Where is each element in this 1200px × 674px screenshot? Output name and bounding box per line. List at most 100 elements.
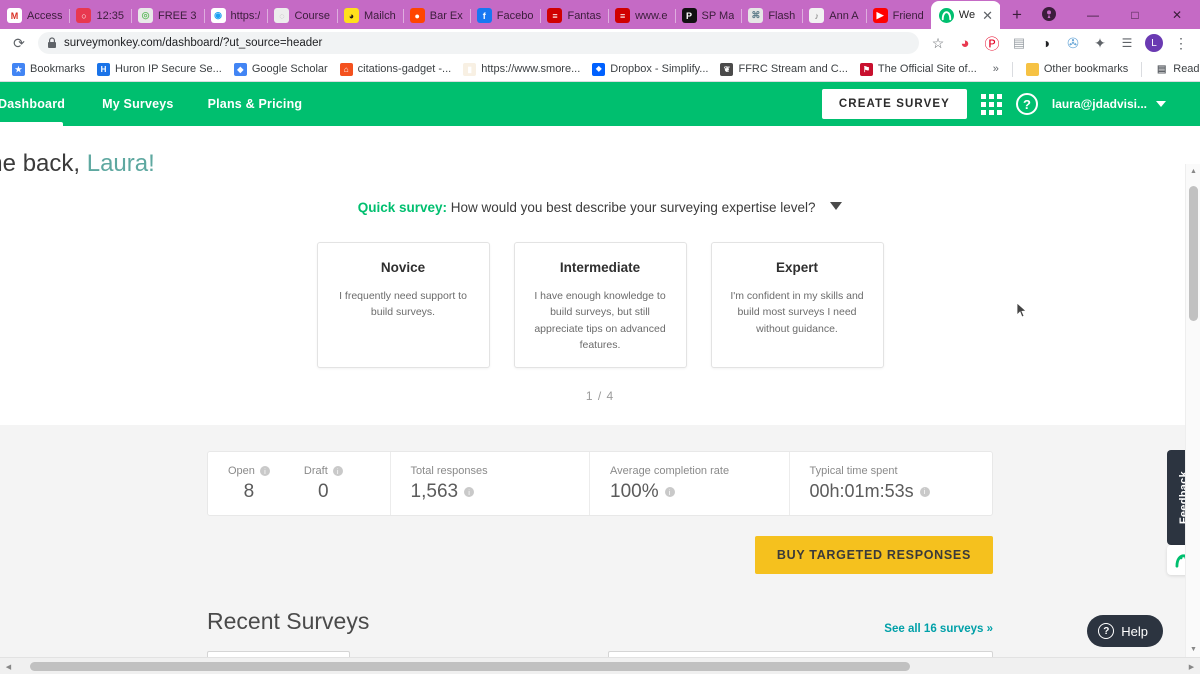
- evernote-extension-icon[interactable]: ✇: [1060, 31, 1086, 55]
- nav-item-dashboard[interactable]: Dashboard: [0, 82, 85, 126]
- scroll-up-arrow-icon[interactable]: ▲: [1186, 164, 1200, 179]
- tab-title: Ann A: [829, 9, 859, 22]
- other-bookmarks-button[interactable]: Other bookmarks: [1020, 61, 1134, 78]
- option-card-expert[interactable]: Expert I'm confident in my skills and bu…: [710, 242, 884, 369]
- tab-title: www.e: [635, 9, 668, 22]
- scroll-right-arrow-icon[interactable]: ▶: [1183, 658, 1200, 674]
- option-description: I'm confident in my skills and build mos…: [730, 290, 864, 335]
- browser-tab[interactable]: M Access: [0, 2, 69, 29]
- info-icon[interactable]: i: [259, 466, 270, 477]
- browser-tab[interactable]: ♪ Ann A: [802, 2, 865, 29]
- twitter-icon: ◉: [210, 8, 226, 23]
- question-mark-icon[interactable]: ?: [1015, 93, 1038, 115]
- stat-label: Draft i: [304, 465, 343, 477]
- reading-list-button[interactable]: ▤ Reading list: [1149, 61, 1200, 78]
- info-icon[interactable]: i: [332, 466, 343, 477]
- horizontal-scrollbar[interactable]: ◀ ▶: [0, 657, 1200, 674]
- bookmarks-divider: [1011, 61, 1013, 77]
- bookmark-item[interactable]: ⌂ citations-gadget -...: [334, 61, 458, 78]
- tab-title: FREE 3: [158, 9, 197, 22]
- grid-apps-icon[interactable]: [980, 93, 1002, 115]
- browser-tab[interactable]: ◌ Course: [267, 2, 336, 29]
- bookmarks-container: ★ Bookmarks H Huron IP Secure Se... ◆ Google …: [6, 61, 983, 78]
- bookmark-item[interactable]: ⬥ Dropbox - Simplify...: [586, 61, 714, 78]
- scroll-left-arrow-icon[interactable]: ◀: [0, 658, 17, 674]
- scroll-down-arrow-icon[interactable]: ▼: [1186, 642, 1200, 657]
- info-icon[interactable]: i: [919, 486, 930, 497]
- create-survey-button[interactable]: CREATE SURVEY: [821, 89, 967, 119]
- browser-tab[interactable]: P SP Ma: [674, 2, 742, 29]
- quick-survey-label: Quick survey:: [357, 200, 448, 215]
- new-tab-button[interactable]: +: [1004, 2, 1030, 28]
- playlist-extension-icon[interactable]: ☰: [1114, 31, 1140, 55]
- browser-tab[interactable]: ▶ Friend: [865, 2, 931, 29]
- active-browser-tab[interactable]: We ✕: [930, 1, 1000, 29]
- nav-item-plans-pricing[interactable]: Plans & Pricing: [191, 82, 320, 126]
- bookmark-item[interactable]: ⚑ The Official Site of...: [854, 61, 983, 78]
- bookmark-item[interactable]: ★ Bookmarks: [6, 61, 91, 78]
- page-viewport: Dashboard My Surveys Plans & Pricing CRE…: [0, 82, 1200, 674]
- bookmark-item[interactable]: H Huron IP Secure Se...: [91, 61, 228, 78]
- browser-tab[interactable]: ● Bar Ex: [402, 2, 470, 29]
- welcome-username: Laura!: [86, 150, 155, 177]
- bookmark-label: Dropbox - Simplify...: [610, 63, 709, 75]
- other-bookmarks-label: Other bookmarks: [1043, 63, 1129, 75]
- bookmark-item[interactable]: ▮ https://www.smore...: [457, 61, 586, 78]
- vertical-scrollbar[interactable]: ▲ ▼: [1185, 164, 1200, 657]
- bookmark-label: Huron IP Secure Se...: [115, 63, 222, 75]
- toolbar-right-icons: ☆ ◕ Ⓟ ▤ ◑ ✇ ✦ ☰ L ⋮: [925, 31, 1194, 55]
- browser-tab[interactable]: ◕ Mailch: [336, 2, 403, 29]
- browser-tab[interactable]: ≡ Fantas: [540, 2, 608, 29]
- bookmark-item[interactable]: ❦ FFRC Stream and C...: [714, 61, 853, 78]
- stat-completion-rate: Average completion rate 100% i: [589, 452, 788, 516]
- tab-title: Flash: [768, 9, 796, 22]
- close-tab-icon[interactable]: ✕: [982, 9, 993, 22]
- panda-extension-icon[interactable]: ◑: [1033, 31, 1059, 55]
- bookmark-star-icon[interactable]: ☆: [925, 31, 951, 55]
- buy-targeted-responses-button[interactable]: BUY TARGETED RESPONSES: [754, 536, 993, 575]
- nav-item-my-surveys[interactable]: My Surveys: [85, 82, 190, 126]
- extension-indicator-icon[interactable]: [1036, 1, 1062, 27]
- see-all-surveys-link[interactable]: See all 16 surveys »: [884, 623, 993, 635]
- kindle-extension-icon[interactable]: ▤: [1006, 31, 1032, 55]
- option-description: I frequently need support to build surve…: [339, 290, 467, 319]
- bookmarks-overflow-button[interactable]: »: [987, 61, 1005, 77]
- surveymonkey-header: Dashboard My Surveys Plans & Pricing CRE…: [0, 82, 1200, 126]
- huron-icon: H: [97, 62, 111, 76]
- browser-tab[interactable]: ◎ FREE 3: [131, 2, 204, 29]
- option-card-novice[interactable]: Novice I frequently need support to buil…: [316, 242, 490, 369]
- reload-icon[interactable]: ⟳: [6, 31, 32, 55]
- bookmark-item[interactable]: ◆ Google Scholar: [228, 61, 334, 78]
- tab-strip: M Access ○ 12:35 ◎ FREE 3 ◉ https:/ ◌ Course ◕ Mail…: [0, 0, 1200, 29]
- browser-tab[interactable]: f Facebo: [469, 2, 541, 29]
- browser-tab[interactable]: ○ 12:35: [69, 2, 131, 29]
- address-bar[interactable]: surveymonkey.com/dashboard/?ut_source=he…: [38, 32, 919, 54]
- option-title: Novice: [380, 260, 426, 275]
- note-icon: ♪: [809, 8, 825, 23]
- option-card-intermediate[interactable]: Intermediate I have enough knowledge to …: [513, 242, 687, 369]
- account-menu[interactable]: laura@jdadvisi...: [1052, 97, 1166, 111]
- puzzle-extension-icon[interactable]: ✦: [1087, 31, 1113, 55]
- vertical-scroll-thumb[interactable]: [1189, 186, 1198, 321]
- tab-title: https:/: [230, 9, 261, 22]
- browser-tab[interactable]: ≡ www.e: [608, 2, 674, 29]
- chevron-down-icon[interactable]: [830, 202, 843, 210]
- option-title: Expert: [775, 260, 819, 275]
- info-icon[interactable]: i: [464, 487, 475, 498]
- close-window-button[interactable]: ✕: [1156, 0, 1198, 29]
- minimize-button[interactable]: —: [1072, 0, 1114, 29]
- lock-icon: [48, 37, 56, 48]
- profile-avatar[interactable]: L: [1141, 31, 1167, 55]
- maximize-button[interactable]: □: [1114, 0, 1156, 29]
- clock-icon: ○: [76, 8, 92, 23]
- clockify-extension-icon[interactable]: ◕: [952, 31, 978, 55]
- browser-tab[interactable]: ◉ https:/: [203, 2, 268, 29]
- horizontal-scroll-thumb[interactable]: [30, 662, 910, 671]
- pinterest-extension-icon[interactable]: Ⓟ: [979, 31, 1005, 55]
- reddit-icon: ●: [409, 8, 425, 23]
- help-button[interactable]: ? Help: [1087, 615, 1163, 647]
- info-icon[interactable]: i: [664, 487, 675, 498]
- browser-menu-icon[interactable]: ⋮: [1168, 31, 1194, 55]
- browser-tab[interactable]: ⌘ Flash: [741, 2, 802, 29]
- tab-title: Course: [294, 9, 330, 22]
